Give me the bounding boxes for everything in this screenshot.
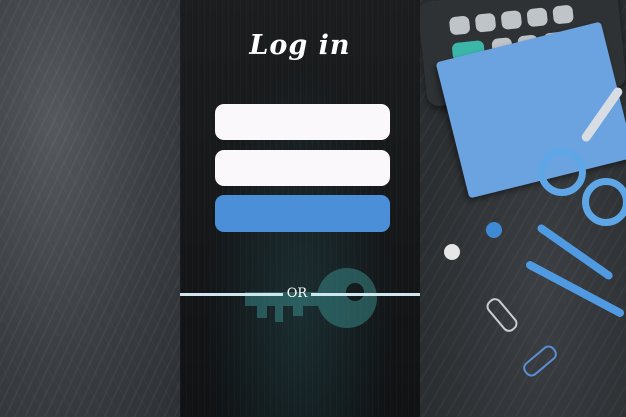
password-field[interactable]	[215, 150, 390, 186]
login-page: Log in OR	[0, 0, 626, 417]
or-divider-label: OR	[286, 286, 308, 301]
chalkboard-background	[0, 0, 180, 417]
key-icon	[245, 268, 377, 328]
scissors-image	[538, 148, 586, 196]
pushpin-image	[486, 222, 502, 238]
desk-supplies-background	[420, 0, 626, 417]
page-title: Log in	[249, 30, 351, 61]
divider-line-right	[311, 293, 420, 296]
or-divider: OR	[180, 286, 420, 302]
login-panel: Log in OR	[180, 0, 420, 417]
username-field[interactable]	[215, 104, 390, 140]
login-button[interactable]	[215, 195, 390, 232]
divider-line-left	[180, 293, 283, 296]
paperclip-image	[483, 295, 521, 335]
